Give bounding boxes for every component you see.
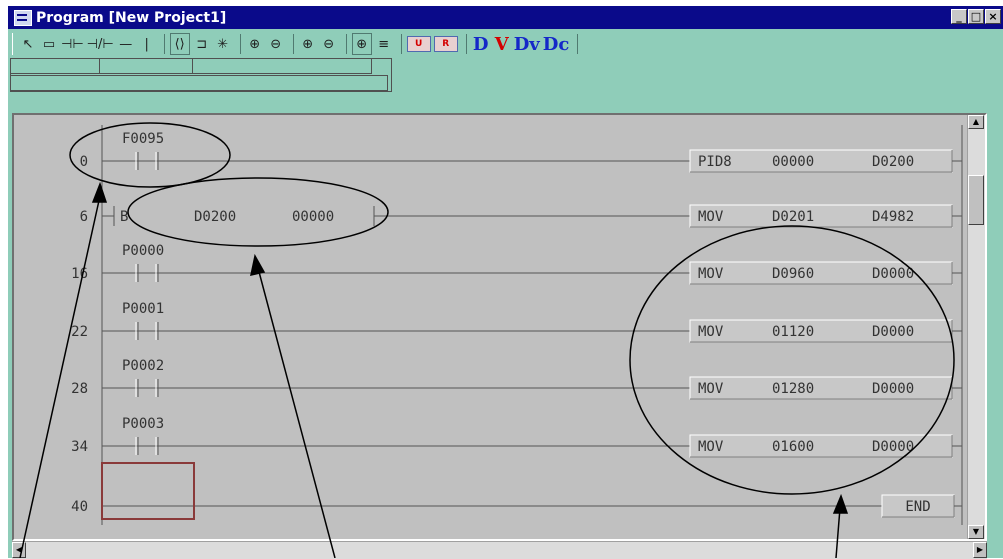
scroll-thumb[interactable] <box>968 175 984 225</box>
toolbar-separator <box>400 34 402 54</box>
inline-label: B <box>120 209 128 225</box>
ladder-canvas[interactable]: 0 F0095 PID8 00000 D0200 6 B D0200 00000 MOV D0201… <box>14 115 969 539</box>
step-number: 22 <box>71 324 88 340</box>
vertical-scrollbar[interactable]: ▲ ▼ <box>967 115 985 539</box>
v-letter-icon[interactable]: V <box>493 34 511 55</box>
toolbar-separator <box>345 34 347 54</box>
contact-label: P0002 <box>122 358 164 374</box>
instruction-operand: 00000 <box>772 154 814 170</box>
normally-open-contact-icon[interactable]: ⊣⊢ <box>61 34 84 54</box>
dv-letter-icon[interactable]: Dv <box>514 34 540 55</box>
edit-cursor-box[interactable] <box>101 462 195 520</box>
d-letter-icon[interactable]: D <box>472 34 490 55</box>
inline-operand: D0200 <box>194 209 236 225</box>
title-bar[interactable]: Program [New Project1] _ □ × <box>8 6 1003 29</box>
minimize-button[interactable]: _ <box>951 9 967 24</box>
status-row <box>11 75 388 91</box>
dc-letter-icon[interactable]: Dc <box>543 34 570 55</box>
program-app-icon <box>14 9 32 26</box>
scroll-down-icon[interactable]: ▼ <box>968 525 984 539</box>
instruction-operand: 01280 <box>772 381 814 397</box>
close-button[interactable]: × <box>985 9 1001 24</box>
horizontal-line-icon[interactable]: — <box>117 34 135 54</box>
window-title: Program [New Project1] <box>36 9 227 26</box>
select-arrow-icon[interactable]: ↖ <box>19 34 37 54</box>
instruction-name: MOV <box>698 439 724 455</box>
instruction-operand: D0000 <box>872 439 914 455</box>
u-badge-icon[interactable]: U <box>406 36 431 52</box>
function-icon[interactable]: ⊐ <box>193 34 211 54</box>
toolbar-separator <box>239 34 241 54</box>
step-number: 34 <box>71 439 88 455</box>
normally-closed-contact-icon[interactable]: ⊣/⊢ <box>87 34 114 54</box>
contact-label: P0000 <box>122 243 164 259</box>
toolbar-separator <box>292 34 294 54</box>
inline-operand: 00000 <box>292 209 334 225</box>
rectangle-icon[interactable]: ▭ <box>40 34 58 54</box>
toolbar-separator <box>465 34 467 54</box>
instruction-operand: D0200 <box>872 154 914 170</box>
ladder-toolbar: ↖ ▭ ⊣⊢ ⊣/⊢ — | ⟨⟩ ⊐ ✳ ⊕ ⊖ ⊕ ⊖ ⊕ ≡ U R D … <box>12 33 729 55</box>
instruction-name: MOV <box>698 266 724 282</box>
instruction-name: PID8 <box>698 154 732 170</box>
instruction-operand: D0960 <box>772 266 814 282</box>
instruction-name: MOV <box>698 381 724 397</box>
maximize-button[interactable]: □ <box>968 9 984 24</box>
scroll-left-icon[interactable]: ◀ <box>12 542 26 558</box>
inline-block-bg <box>114 205 374 227</box>
zoom-out-icon[interactable]: ⊖ <box>267 34 285 54</box>
contact-label: P0001 <box>122 301 164 317</box>
zoom-in-icon[interactable]: ⊕ <box>246 34 264 54</box>
instruction-operand: D0000 <box>872 266 914 282</box>
instruction-operand: 01120 <box>772 324 814 340</box>
vertical-line-icon[interactable]: | <box>138 34 156 54</box>
toolbar-separator <box>163 34 165 54</box>
align-icon[interactable]: ≡ <box>375 34 393 54</box>
status-grid <box>10 58 392 92</box>
instruction-operand: D0201 <box>772 209 814 225</box>
instruction-name: MOV <box>698 209 724 225</box>
horizontal-scrollbar[interactable]: ◀ ▶ <box>12 541 987 559</box>
zoom-fit-icon[interactable]: ⊕ <box>351 33 372 55</box>
instruction-operand: D4982 <box>872 209 914 225</box>
delete-icon[interactable]: ✳ <box>214 34 232 54</box>
status-cell <box>100 59 193 74</box>
instruction-operand: D0000 <box>872 324 914 340</box>
instruction-operand: 01600 <box>772 439 814 455</box>
status-cell <box>11 59 100 74</box>
instruction-name: MOV <box>698 324 724 340</box>
step-number: 6 <box>80 209 88 225</box>
contact-label: P0003 <box>122 416 164 432</box>
scroll-right-icon[interactable]: ▶ <box>973 542 987 558</box>
step-number: 28 <box>71 381 88 397</box>
status-cell <box>193 59 372 74</box>
coil-icon[interactable]: ⟨⟩ <box>169 33 190 55</box>
scroll-up-icon[interactable]: ▲ <box>968 115 984 129</box>
r-badge-icon[interactable]: R <box>433 36 458 52</box>
zoom-out-2-icon[interactable]: ⊖ <box>320 34 338 54</box>
instruction-name: END <box>905 499 930 515</box>
toolbar-separator <box>577 34 579 54</box>
step-number: 40 <box>71 499 88 515</box>
zoom-in-2-icon[interactable]: ⊕ <box>299 34 317 54</box>
contact-label: F0095 <box>122 131 164 147</box>
instruction-operand: D0000 <box>872 381 914 397</box>
step-number: 0 <box>80 154 88 170</box>
window-controls: _ □ × <box>951 9 1001 24</box>
step-number: 16 <box>71 266 88 282</box>
ladder-editor[interactable]: 0 F0095 PID8 00000 D0200 6 B D0200 00000 MOV D0201… <box>12 113 987 541</box>
